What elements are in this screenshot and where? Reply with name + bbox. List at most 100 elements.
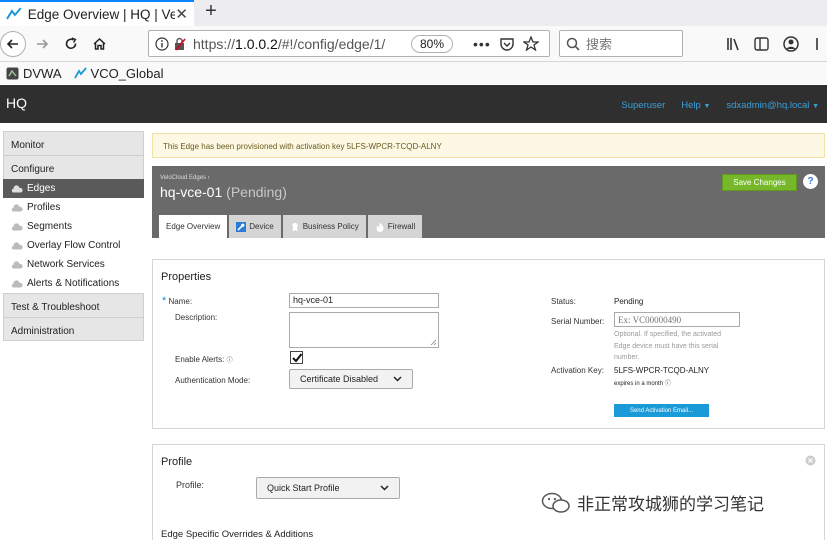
description-textarea[interactable] — [289, 312, 439, 348]
tab-business-policy[interactable]: Business Policy — [282, 215, 366, 238]
activation-alert: This Edge has been provisioned with acti… — [152, 133, 825, 158]
name-input[interactable]: hq-vce-01 — [289, 293, 439, 308]
activation-key-label: Activation Key: — [551, 366, 604, 375]
sidebar-section-administration[interactable]: Administration — [3, 317, 144, 341]
browser-tab[interactable]: Edge Overview | HQ | Ve ✕ — [0, 0, 194, 26]
menu-icon[interactable] — [815, 37, 827, 51]
auth-mode-label: Authentication Mode: — [175, 376, 251, 385]
edge-title-bar: VeloCloud Edges › hq-vce-01 (Pending) Sa… — [152, 166, 825, 238]
tab-device[interactable]: Device — [229, 215, 281, 238]
sidebar-item-overlay-flow-control[interactable]: Overlay Flow Control — [3, 236, 144, 255]
search-icon — [566, 37, 580, 51]
zoom-level-button[interactable]: 80% — [411, 34, 454, 53]
status-value: Pending — [614, 297, 644, 306]
properties-heading: Properties — [161, 271, 212, 283]
close-tab-icon[interactable]: ✕ — [175, 5, 188, 23]
award-icon — [292, 222, 298, 231]
browser-navbar: https://1.0.0.2/#!/config/edge/1/ 80% ••… — [0, 26, 827, 62]
cloud-icon — [11, 184, 23, 192]
velocloud-icon — [73, 66, 87, 78]
profile-heading: Profile — [161, 456, 193, 468]
save-changes-button[interactable]: Save Changes — [722, 174, 797, 191]
library-icon[interactable] — [726, 37, 742, 51]
activation-key-expiry: expires in a month ⓘ — [614, 381, 671, 387]
url-bar[interactable]: https://1.0.0.2/#!/config/edge/1/ 80% ••… — [148, 30, 550, 57]
resize-handle-icon[interactable] — [430, 339, 437, 346]
fire-icon — [376, 222, 384, 232]
sidebar-section-test-troubleshoot[interactable]: Test & Troubleshoot — [3, 293, 144, 317]
wrench-icon — [236, 221, 247, 232]
sidebar-item-segments[interactable]: Segments — [3, 217, 144, 236]
new-tab-icon[interactable]: + — [200, 0, 222, 24]
chevron-down-icon — [393, 376, 402, 382]
sidebar-item-network-services[interactable]: Network Services — [3, 255, 144, 274]
cloud-icon — [11, 203, 23, 211]
description-label: Description: — [175, 313, 218, 322]
folder-icon — [6, 67, 19, 79]
user-menu[interactable]: sdxadmin@hq.local ▼ — [726, 100, 819, 111]
serial-number-note: Optional. If specified, the activated Ed… — [614, 331, 722, 361]
bookmark-dvwa[interactable]: DVWA — [6, 66, 62, 81]
sidebar-toggle-icon[interactable] — [754, 37, 769, 51]
bookmarks-bar: DVWA VCO_Global — [0, 62, 827, 84]
enable-alerts-checkbox[interactable] — [290, 351, 303, 364]
tab-edge-overview[interactable]: Edge Overview — [159, 215, 228, 238]
activation-key-value: 5LFS-WPCR-TCQD-ALNY — [614, 366, 710, 375]
home-button[interactable] — [89, 31, 109, 57]
sidebar-section-configure[interactable]: Configure — [3, 155, 144, 179]
forward-button[interactable] — [32, 31, 52, 57]
back-button[interactable] — [0, 31, 26, 57]
sidebar-item-alerts-notifications[interactable]: Alerts & Notifications — [3, 274, 144, 293]
insecure-lock-icon[interactable] — [173, 37, 187, 51]
app-header: HQ Superuser Help ▼ sdxadmin@hq.local ▼ — [0, 85, 827, 123]
profile-dropdown[interactable]: Quick Start Profile — [256, 477, 400, 499]
url-text: https://1.0.0.2/#!/config/edge/1/ — [193, 35, 386, 52]
name-label: * Name: — [162, 295, 193, 307]
pocket-icon[interactable] — [499, 37, 515, 51]
page-actions-icon[interactable]: ••• — [473, 36, 491, 52]
required-asterisk-icon: * — [162, 295, 167, 307]
search-placeholder: 搜索 — [586, 37, 613, 52]
info-icon: ⓘ — [664, 381, 671, 387]
reload-button[interactable] — [61, 31, 81, 57]
cloud-icon — [11, 279, 23, 287]
back-arrow-icon — [6, 39, 18, 49]
sidebar-section-monitor[interactable]: Monitor — [3, 131, 144, 155]
help-menu[interactable]: Help ▼ — [681, 100, 710, 111]
sidebar-item-edges[interactable]: Edges — [3, 179, 144, 198]
chevron-down-icon: ▼ — [812, 103, 819, 110]
forward-arrow-icon — [37, 39, 49, 49]
enterprise-name: HQ — [6, 95, 27, 111]
help-icon[interactable]: ? — [803, 174, 818, 189]
superuser-link[interactable]: Superuser — [621, 100, 665, 111]
sidebar-item-profiles[interactable]: Profiles — [3, 198, 144, 217]
page-title: hq-vce-01 (Pending) — [160, 184, 287, 200]
close-panel-icon[interactable] — [805, 455, 816, 466]
home-icon — [92, 37, 106, 50]
sidebar: Monitor Configure Edges Profiles Segment… — [3, 131, 144, 341]
checkmark-icon — [292, 353, 303, 363]
auth-mode-dropdown[interactable]: Certificate Disabled — [289, 369, 413, 389]
cloud-icon — [11, 260, 23, 268]
tab-title: Edge Overview | HQ | Ve — [27, 6, 176, 22]
serial-number-label: Serial Number: — [551, 317, 605, 326]
chevron-down-icon — [380, 485, 389, 491]
watermark: 非正常攻城狮的学习笔记 — [541, 490, 764, 515]
status-label: Status: — [551, 297, 576, 306]
search-input[interactable]: 搜索 — [559, 30, 683, 57]
cloud-icon — [11, 222, 23, 230]
serial-number-input[interactable] — [614, 312, 740, 327]
send-activation-email-button[interactable]: Send Activation Email... — [614, 404, 709, 417]
overrides-heading: Edge Specific Overrides & Additions — [161, 529, 314, 540]
account-icon[interactable] — [782, 35, 800, 53]
info-icon: ⓘ — [226, 358, 233, 364]
bookmark-star-icon[interactable] — [522, 36, 539, 51]
chevron-down-icon: ▼ — [703, 103, 711, 110]
enable-alerts-label: Enable Alerts: ⓘ — [175, 355, 233, 364]
velocloud-favicon-icon — [6, 7, 22, 20]
breadcrumb[interactable]: VeloCloud Edges › — [160, 175, 210, 181]
info-icon[interactable] — [155, 36, 169, 51]
bookmark-vco-global[interactable]: VCO_Global — [73, 66, 164, 81]
properties-panel: Properties * Name: hq-vce-01 Description… — [152, 259, 825, 429]
tab-firewall[interactable]: Firewall — [367, 215, 423, 238]
